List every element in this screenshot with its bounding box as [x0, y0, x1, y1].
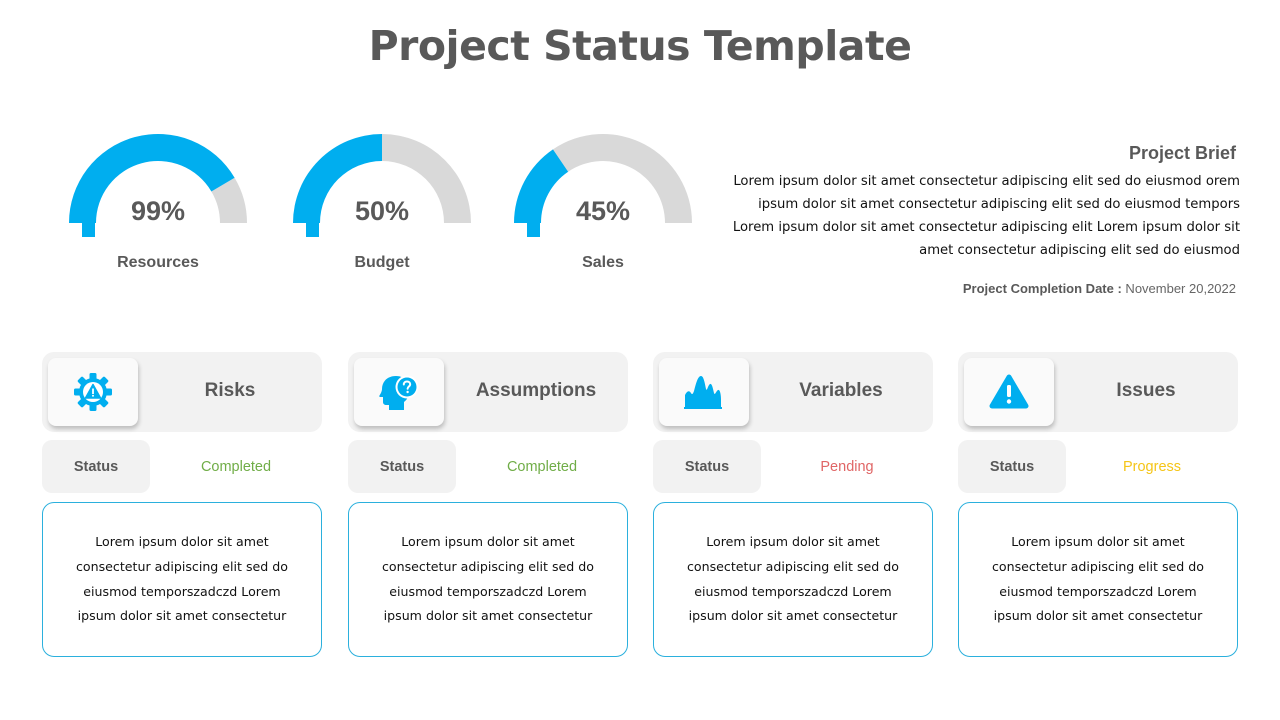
gauge-resources: 99% Resources	[63, 128, 253, 278]
project-brief-line: Lorem ipsum dolor sit amet consectetur a…	[732, 220, 1240, 235]
card-header: Issues	[958, 352, 1238, 432]
card-risks: Risks Status Completed Lorem ipsum dolor…	[42, 352, 322, 657]
gauge-sales-arc	[514, 134, 692, 237]
card-issues: Issues Status Progress Lorem ipsum dolor…	[958, 352, 1238, 657]
gauge-resources-arc	[69, 134, 247, 237]
card-title: Issues	[1116, 380, 1176, 401]
card-header: Variables	[653, 352, 933, 432]
icon-box	[48, 358, 138, 426]
card-title: Assumptions	[475, 380, 597, 401]
warning-triangle-icon	[989, 374, 1029, 409]
gauge-sales: 45% Sales	[508, 128, 698, 278]
gauge-value: 50%	[354, 196, 410, 226]
gauge-budget-arc	[293, 134, 471, 237]
status-value: Completed	[200, 458, 272, 475]
gauge-label: Sales	[582, 254, 624, 271]
card-description: Lorem ipsum dolor sit amet consectetur a…	[42, 502, 322, 657]
status-value: Completed	[506, 458, 578, 475]
card-description: Lorem ipsum dolor sit amet consectetur a…	[958, 502, 1238, 657]
completion-date: Project Completion Date : November 20,20…	[716, 281, 1236, 296]
icon-box	[659, 358, 749, 426]
gauge-label: Budget	[354, 254, 410, 271]
card-title: Variables	[799, 380, 883, 401]
status-label: Status	[653, 440, 761, 493]
completion-date-value: November 20,2022	[1121, 281, 1236, 296]
gauge-value: 99%	[130, 196, 186, 226]
project-brief-line: Lorem ipsum dolor sit amet consectetur a…	[733, 174, 1240, 189]
status-label: Status	[348, 440, 456, 493]
card-title: Risks	[204, 380, 256, 401]
status-value: Pending	[820, 458, 874, 475]
project-brief: Project Brief Lorem ipsum dolor sit amet…	[716, 143, 1240, 296]
card-header: Risks	[42, 352, 322, 432]
gauge-budget: 50% Budget	[287, 128, 477, 278]
icon-box	[354, 358, 444, 426]
page-title: Project Status Template	[368, 22, 912, 70]
completion-date-label: Project Completion Date :	[962, 281, 1122, 296]
status-value: Progress	[1122, 458, 1182, 475]
gauge-label: Resources	[117, 254, 199, 271]
head-question-icon	[379, 375, 419, 410]
project-brief-line: ipsum dolor sit amet consectetur adipisc…	[758, 197, 1240, 212]
project-brief-title: Project Brief	[1128, 143, 1236, 163]
status-label: Status	[42, 440, 150, 493]
project-brief-body: Lorem ipsum dolor sit amet consectetur a…	[716, 170, 1240, 262]
area-chart-icon	[684, 376, 722, 409]
card-variables: Variables Status Pending Lorem ipsum dol…	[653, 352, 933, 657]
card-header: Assumptions	[348, 352, 628, 432]
gear-warning-icon	[74, 373, 112, 411]
card-description: Lorem ipsum dolor sit amet consectetur a…	[348, 502, 628, 657]
status-label: Status	[958, 440, 1066, 493]
gauge-value: 45%	[575, 196, 631, 226]
icon-box	[964, 358, 1054, 426]
card-description: Lorem ipsum dolor sit amet consectetur a…	[653, 502, 933, 657]
card-assumptions: Assumptions Status Completed Lorem ipsum…	[348, 352, 628, 657]
project-brief-line: amet consectetur adipiscing elit sed do …	[919, 243, 1240, 258]
